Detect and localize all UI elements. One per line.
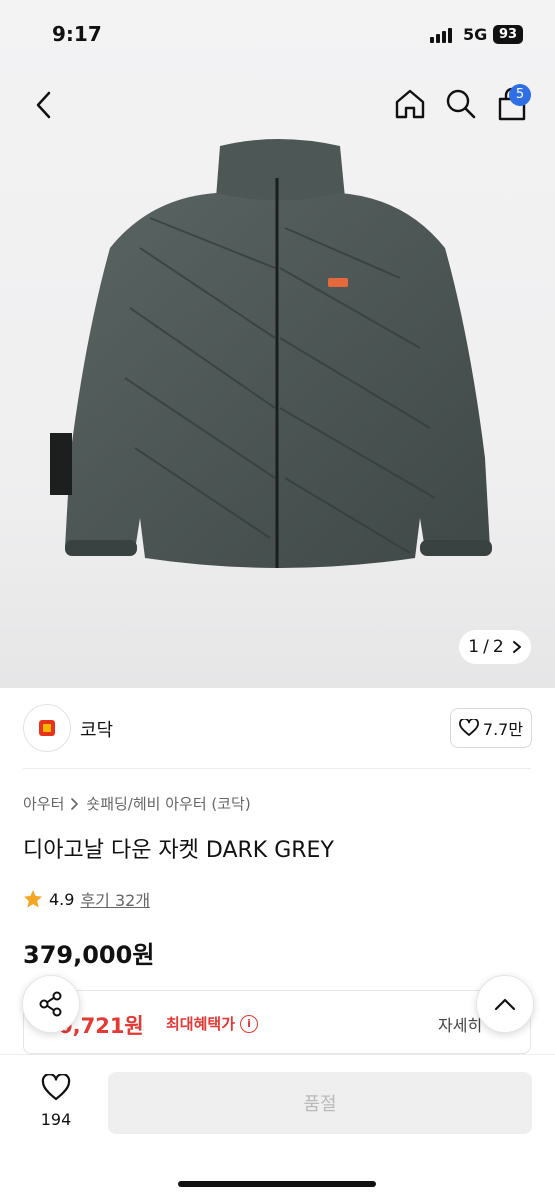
- benefit-label: 최대혜택가 i: [166, 1013, 259, 1034]
- brand-like-count: 7.7만: [482, 720, 524, 739]
- home-icon[interactable]: [393, 87, 427, 121]
- heart-icon: [459, 719, 479, 736]
- signal-icon: [430, 28, 452, 43]
- home-indicator: [178, 1181, 376, 1187]
- scroll-top-button[interactable]: [476, 975, 534, 1033]
- wishlist-count: 194: [40, 1110, 72, 1129]
- chevron-up-icon: [494, 998, 516, 1011]
- review-count-link[interactable]: 후기 32개: [80, 887, 150, 911]
- status-time: 9:17: [52, 22, 102, 46]
- sold-out-button[interactable]: 품절: [108, 1072, 532, 1134]
- cart-count-badge: 5: [509, 84, 531, 106]
- heart-icon: [41, 1073, 71, 1101]
- breadcrumb-child[interactable]: 숏패딩/헤비 아우터 (코닥): [86, 793, 250, 814]
- chevron-right-icon: [71, 797, 79, 810]
- product-image[interactable]: [40, 138, 515, 588]
- network-type: 5G: [463, 25, 488, 44]
- benefit-detail-link[interactable]: 자세히: [438, 1012, 482, 1036]
- image-counter-text: 1/2: [468, 637, 504, 657]
- product-title: 디아고날 다운 자켓 DARK GREY: [23, 838, 334, 863]
- rating: 4.9 후기 32개: [23, 887, 150, 911]
- brand-like-button[interactable]: 7.7만: [450, 708, 532, 748]
- rating-score: 4.9: [49, 889, 75, 909]
- search-icon[interactable]: [444, 87, 478, 121]
- breadcrumb: 아우터 숏패딩/헤비 아우터 (코닥): [23, 793, 251, 814]
- share-icon: [39, 991, 62, 1017]
- brand-name[interactable]: 코닥: [80, 716, 113, 742]
- battery-icon: 93: [493, 25, 523, 44]
- back-icon[interactable]: [30, 88, 60, 122]
- chevron-right-icon: [512, 641, 521, 653]
- star-icon: [24, 890, 42, 908]
- brand-logo[interactable]: [23, 704, 71, 752]
- image-counter[interactable]: 1/2: [459, 630, 531, 664]
- wishlist-button[interactable]: 194: [33, 1073, 79, 1129]
- info-icon[interactable]: i: [240, 1014, 259, 1033]
- share-button[interactable]: [22, 975, 80, 1033]
- benefit-label-text: 최대혜택가: [166, 1015, 236, 1033]
- product-price: 379,000원: [23, 941, 155, 969]
- divider: [23, 768, 531, 769]
- breadcrumb-parent[interactable]: 아우터: [23, 793, 64, 814]
